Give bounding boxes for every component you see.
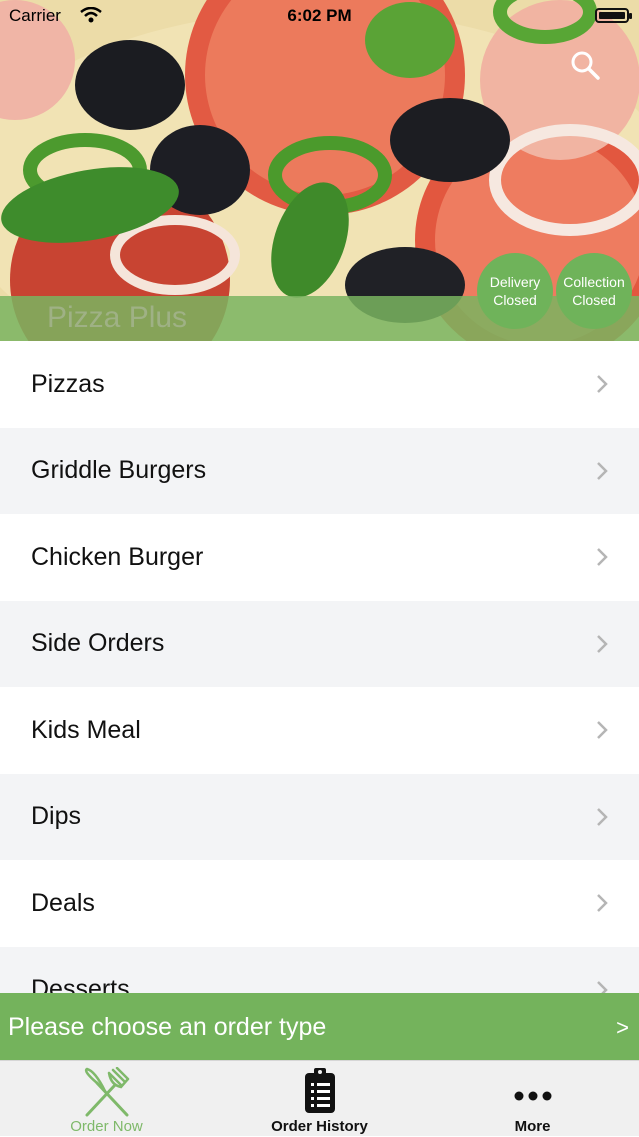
tab-order-history[interactable]: Order History (213, 1061, 426, 1137)
tab-bar: Order Now Order History More (0, 1060, 639, 1136)
fork-knife-icon (84, 1067, 129, 1117)
category-row-pizzas[interactable]: Pizzas (0, 341, 639, 428)
category-label: Kids Meal (31, 715, 141, 744)
tab-label: Order History (271, 1118, 368, 1135)
chevron-right-icon (597, 721, 608, 740)
collection-badge-line2: Closed (572, 292, 616, 308)
search-icon[interactable] (568, 48, 602, 82)
category-label: Chicken Burger (31, 542, 204, 571)
collection-badge-line1: Collection (563, 274, 625, 290)
tab-more[interactable]: More (426, 1061, 639, 1137)
order-type-arrow: > (616, 1015, 629, 1040)
chevron-right-icon (597, 634, 608, 653)
category-row-kids-meal[interactable]: Kids Meal (0, 687, 639, 774)
clipboard-icon (304, 1068, 335, 1113)
category-row-desserts[interactable]: Desserts (0, 946, 639, 993)
tab-label: More (514, 1118, 551, 1135)
delivery-badge-line2: Closed (493, 292, 537, 308)
tab-order-now[interactable]: Order Now (0, 1061, 213, 1137)
category-label: Pizzas (31, 369, 105, 398)
category-row-deals[interactable]: Deals (0, 860, 639, 947)
chevron-right-icon (597, 461, 608, 480)
delivery-badge-line1: Delivery (489, 274, 541, 290)
order-type-prompt: Please choose an order type (8, 1013, 327, 1041)
battery-icon (595, 8, 632, 23)
category-list: Pizzas Griddle Burgers Chicken Burger Si… (0, 341, 639, 993)
collection-status-badge: Collection Closed (556, 253, 632, 329)
category-label: Griddle Burgers (31, 456, 207, 485)
status-bar: Carrier 6:02 PM (0, 0, 639, 34)
shop-name: Pizza Plus (47, 301, 188, 334)
chevron-right-icon (597, 375, 608, 394)
category-label: Desserts (31, 975, 130, 993)
chevron-right-icon (597, 807, 608, 826)
status-time: 6:02 PM (287, 6, 352, 25)
chevron-right-icon (597, 894, 608, 913)
more-dots-icon (514, 1091, 551, 1101)
category-row-griddle-burgers[interactable]: Griddle Burgers (0, 427, 639, 514)
chevron-right-icon (597, 980, 608, 993)
tab-label: Order Now (70, 1118, 143, 1135)
category-label: Dips (31, 802, 82, 831)
delivery-status-badge: Delivery Closed (477, 253, 553, 329)
category-row-side-orders[interactable]: Side Orders (0, 600, 639, 687)
category-row-chicken-burger[interactable]: Chicken Burger (0, 514, 639, 601)
order-type-bar[interactable]: Please choose an order type > (0, 993, 639, 1060)
category-label: Side Orders (31, 629, 165, 658)
category-row-dips[interactable]: Dips (0, 773, 639, 860)
category-label: Deals (31, 888, 95, 917)
chevron-right-icon (597, 548, 608, 567)
